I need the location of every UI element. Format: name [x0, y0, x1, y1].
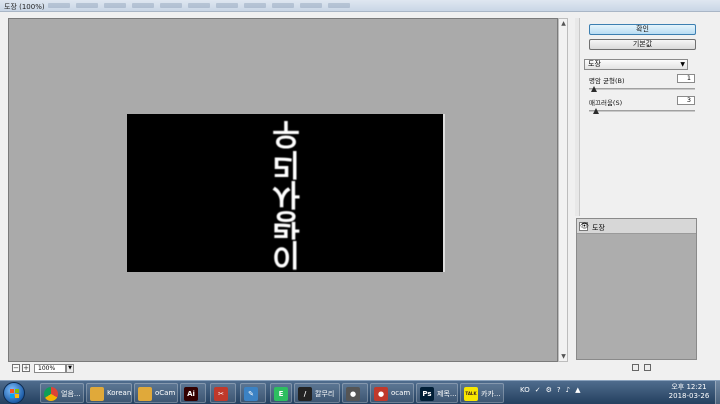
tray-icon[interactable]: ? [557, 386, 561, 394]
taskbar-item[interactable]: ✂ [210, 383, 236, 403]
ok-button[interactable]: 확인 [589, 24, 696, 35]
layer-actions [632, 364, 651, 371]
taskbar-item-label: 카카... [481, 390, 501, 398]
taskbar-item[interactable]: ● [342, 383, 368, 403]
chrome-icon [44, 387, 58, 401]
app-icon: ● [346, 387, 360, 401]
tray-icon[interactable]: ✓ [535, 386, 541, 394]
eye-icon[interactable]: 👁 [579, 222, 589, 231]
illustrator-icon: Ai [184, 387, 198, 401]
canvas-edge [443, 114, 445, 272]
filter-dialog-window: 도장 (100%) 우 리 사 랑 이 ▲ ▼ − + 100% ▼ 확인 기본… [0, 0, 720, 380]
clock-date: 2018-03-26 [668, 392, 710, 400]
taskbar-item-label: ocam [391, 389, 411, 397]
stamp-text-preview: 우 리 사 랑 이 [255, 114, 315, 272]
tray-icon[interactable]: ⚙ [546, 386, 552, 394]
start-button[interactable] [3, 382, 25, 404]
preview-scrollbar[interactable]: ▲ ▼ [558, 18, 568, 362]
zoom-out-button[interactable]: − [12, 364, 20, 372]
folder-icon [90, 387, 104, 401]
default-button[interactable]: 기본값 [589, 39, 696, 50]
effect-layer-name: 도장 [592, 224, 605, 232]
light-dark-balance-slider[interactable] [589, 86, 695, 92]
app-icon: / [298, 387, 312, 401]
chevron-down-icon: ▼ [680, 61, 685, 68]
scroll-up-arrow-icon[interactable]: ▲ [560, 20, 567, 27]
faded-menu-bar [48, 3, 350, 8]
tray-icon[interactable]: ♪ [566, 386, 570, 394]
windows-logo-icon [10, 389, 19, 398]
stamp-glyph: 우 [272, 116, 298, 151]
taskbar-item-label: Korean [107, 389, 132, 397]
title-bar: 도장 (100%) [0, 0, 720, 12]
slider-thumb-icon[interactable] [591, 86, 597, 92]
taskbar-item-label: 칼무리 [315, 390, 335, 398]
filter-select[interactable]: 도장 ▼ [584, 59, 688, 70]
taskbar-item[interactable]: Ps 제목... [416, 383, 458, 403]
taskbar-item[interactable]: Korean [86, 383, 132, 403]
tray-icon[interactable]: KO [520, 386, 530, 394]
zoom-in-button[interactable]: + [22, 364, 30, 372]
stamp-glyph: 이 [272, 236, 298, 271]
zoom-dropdown-icon[interactable]: ▼ [66, 364, 74, 373]
folder-icon [138, 387, 152, 401]
smoothness-slider[interactable] [589, 108, 695, 114]
taskbar-item[interactable]: ● ocam [370, 383, 414, 403]
stamp-glyph: 리 [272, 146, 298, 181]
panel-divider-scrollbar[interactable] [575, 18, 580, 216]
kakaotalk-icon: TALK [464, 387, 478, 401]
preview-status-bar: − + 100% ▼ [8, 363, 570, 374]
smoothness-label: 매끄러움(S) [589, 99, 623, 107]
stamp-glyph: 사 [272, 176, 298, 211]
snipping-tool-icon: ✂ [214, 387, 228, 401]
ocam-icon: ● [374, 387, 388, 401]
photoshop-icon: Ps [420, 387, 434, 401]
taskbar-item[interactable]: Ai [180, 383, 206, 403]
taskbar: 얼음... Korean oCam Ai ✂ ✎ E / 칼무리 ● ● ocam Ps 제목... TAL… [0, 380, 720, 404]
taskbar-item[interactable]: oCam [134, 383, 178, 403]
scroll-down-arrow-icon[interactable]: ▼ [560, 353, 567, 360]
show-desktop-button[interactable] [715, 381, 720, 404]
preview-area[interactable]: 우 리 사 랑 이 [8, 18, 558, 362]
effect-layers-panel: 👁 도장 [576, 218, 697, 360]
stamp-glyph: 랑 [272, 206, 298, 241]
slider-thumb-icon[interactable] [593, 108, 599, 114]
taskbar-item[interactable]: 얼음... [40, 383, 84, 403]
light-dark-balance-label: 명암 균형(B) [589, 77, 625, 85]
tray-icon[interactable]: ▲ [575, 386, 580, 394]
evernote-icon: E [274, 387, 288, 401]
taskbar-item[interactable]: TALK 카카... [460, 383, 504, 403]
preview-canvas: 우 리 사 랑 이 [127, 114, 445, 272]
filter-select-value: 도장 [588, 60, 601, 68]
notepad-icon: ✎ [244, 387, 258, 401]
taskbar-item-label: 제목... [437, 390, 457, 398]
taskbar-item[interactable]: E [270, 383, 292, 403]
effect-layer-row[interactable]: 👁 도장 [577, 219, 696, 234]
clock-time: 오후 12:21 [671, 383, 707, 391]
delete-effect-layer-icon[interactable] [644, 364, 651, 371]
window-title: 도장 (100%) [4, 3, 45, 11]
clock[interactable]: 오후 12:21 2018-03-26 [660, 383, 718, 401]
new-effect-layer-icon[interactable] [632, 364, 639, 371]
system-tray: KO ✓ ⚙? ♪ ▲ [520, 386, 580, 394]
taskbar-item-label: 얼음... [61, 390, 81, 398]
taskbar-item-label: oCam [155, 389, 176, 397]
taskbar-item[interactable]: / 칼무리 [294, 383, 340, 403]
zoom-level-field[interactable]: 100% [34, 364, 66, 373]
smoothness-input[interactable]: 3 [677, 96, 695, 105]
light-dark-balance-input[interactable]: 1 [677, 74, 695, 83]
taskbar-item[interactable]: ✎ [240, 383, 266, 403]
